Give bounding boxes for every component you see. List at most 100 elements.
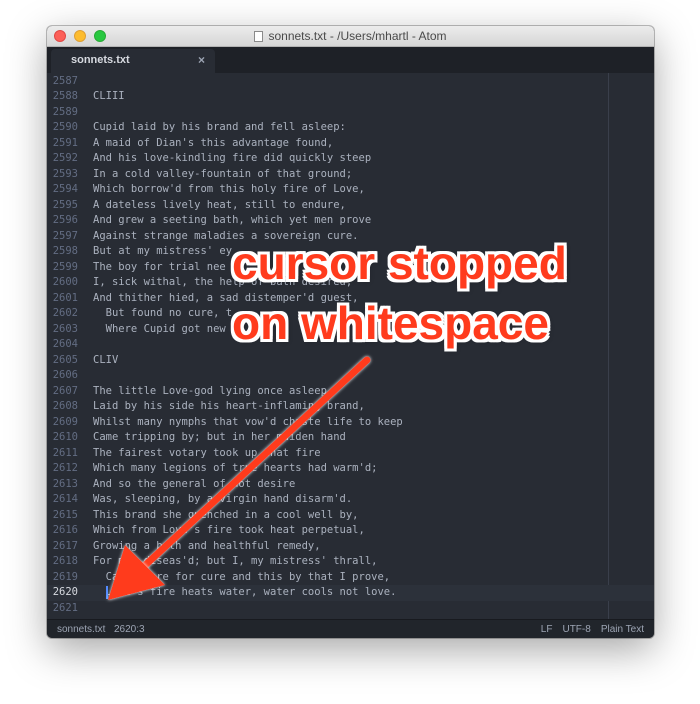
line-text: CLIV: [93, 353, 119, 366]
line-text: Which from Love's fire took heat perpetu…: [93, 524, 365, 536]
status-file-name[interactable]: sonnets.txt: [57, 624, 105, 635]
line-text: Whilst many nymphs that vow'd chaste lif…: [93, 415, 403, 428]
status-cursor-position[interactable]: 2620:3: [114, 624, 145, 635]
editor-line[interactable]: 2609 Whilst many nymphs that vow'd chaste…: [47, 415, 654, 431]
line-number: 2607: [52, 384, 78, 397]
line-text: Was, sleeping, by a virgin hand disarm'd…: [93, 493, 353, 505]
line-number: 2594: [52, 183, 78, 195]
line-number: 2590: [52, 121, 78, 133]
editor-line[interactable]: 2617 Growing a bath and healthful remedy,: [47, 539, 654, 555]
line-number: 2616: [52, 524, 78, 536]
status-right-group: LF UTF-8 Plain Text: [541, 624, 644, 635]
line-text: The fairest votary took up that fire: [93, 446, 321, 459]
editor-line[interactable]: 2593 In a cold valley-fountain of that gr…: [47, 167, 654, 183]
line-text: Where Cupid got new: [93, 322, 226, 335]
editor-line[interactable]: 2608 Laid by his side his heart-inflaming…: [47, 399, 654, 415]
line-text: A dateless lively heat, still to endure,: [93, 198, 346, 211]
editor-line[interactable]: 2606: [47, 368, 654, 384]
line-text: Came tripping by; but in her maiden hand: [93, 431, 346, 443]
editor-line[interactable]: 2594 Which borrow'd from this holy fire o…: [47, 182, 654, 198]
line-text: But at my mistress' ey: [93, 245, 233, 257]
line-number: 2597: [52, 229, 78, 242]
line-text: This brand she quenched in a cool well b…: [93, 508, 359, 521]
editor-line[interactable]: 2614 Was, sleeping, by a virgin hand disa…: [47, 492, 654, 508]
line-number: 2588: [52, 90, 78, 102]
window-title-area: sonnets.txt - /Users/mhartl - Atom: [47, 26, 654, 46]
line-number: 2587: [52, 74, 78, 87]
editor-line[interactable]: 2607 The little Love-god lying once aslee…: [47, 384, 654, 400]
editor-line[interactable]: 2612 Which many legions of true hearts ha…: [47, 461, 654, 477]
editor-line[interactable]: 2588 CLIII: [47, 89, 654, 105]
line-text: Which borrow'd from this holy fire of Lo…: [93, 183, 365, 195]
line-number: 2614: [52, 493, 78, 505]
line-text: For men diseas'd; but I, my mistress' th…: [93, 555, 378, 567]
title-bar[interactable]: sonnets.txt - /Users/mhartl - Atom: [47, 26, 654, 47]
line-text: The little Love-god lying once asleep,: [93, 384, 334, 397]
editor-line[interactable]: 2619 Came there for cure and this by tha…: [47, 570, 654, 586]
editor-line[interactable]: 2615 This brand she quenched in a cool we…: [47, 508, 654, 524]
line-number: 2615: [52, 508, 78, 521]
status-line-ending[interactable]: LF: [541, 624, 553, 635]
line-number: 2621: [52, 601, 78, 614]
line-text: In a cold valley-fountain of that ground…: [93, 167, 353, 180]
annotation-text-line1: cursor stopped: [232, 237, 567, 289]
tab-label: sonnets.txt: [71, 54, 130, 66]
editor-line[interactable]: 2587: [47, 74, 654, 90]
line-number: 2609: [52, 415, 78, 428]
tab-close-icon[interactable]: ×: [198, 53, 205, 67]
line-number: 2617: [52, 539, 78, 552]
editor-line[interactable]: 2590 Cupid laid by his brand and fell asl…: [47, 120, 654, 136]
editor-line[interactable]: 2592 And his love-kindling fire did quick…: [47, 151, 654, 167]
editor-line[interactable]: 2596 And grew a seeting bath, which yet m…: [47, 213, 654, 229]
line-text: And grew a seeting bath, which yet men p…: [93, 214, 372, 226]
line-text: Laid by his side his heart-inflaming bra…: [93, 400, 365, 412]
editor-line[interactable]: 2620 Love's fire heats water, water cool…: [47, 585, 654, 601]
line-number: 2593: [52, 167, 78, 180]
line-number: 2598: [52, 245, 78, 257]
editor-line[interactable]: 2618 For men diseas'd; but I, my mistress…: [47, 554, 654, 570]
editor-line[interactable]: 2616 Which from Love's fire took heat per…: [47, 523, 654, 539]
tab-sonnets[interactable]: sonnets.txt ×: [51, 49, 215, 73]
editor-line[interactable]: 2589: [47, 105, 654, 121]
line-number: 2589: [52, 105, 78, 118]
line-number: 2611: [52, 446, 78, 459]
line-number: 2600: [52, 276, 78, 288]
line-number: 2613: [52, 477, 78, 490]
document-icon: [254, 30, 264, 42]
editor-line[interactable]: 2595 A dateless lively heat, still to end…: [47, 198, 654, 214]
editor-line[interactable]: 2621: [47, 601, 654, 617]
line-text: And so the general of hot desire: [93, 477, 296, 490]
line-text: But found no cure, t: [93, 307, 233, 319]
editor-line[interactable]: 2611 The fairest votary took up that fire: [47, 446, 654, 462]
line-number: 2601: [52, 291, 78, 304]
line-number: 2595: [52, 198, 78, 211]
status-encoding[interactable]: UTF-8: [562, 624, 590, 635]
line-number: 2608: [52, 400, 78, 412]
line-number: 2592: [52, 152, 78, 164]
editor-line[interactable]: 2610 Came tripping by; but in her maiden …: [47, 430, 654, 446]
annotation-text-line2: on whitespace: [232, 297, 549, 349]
line-text: Cupid laid by his brand and fell asleep:: [93, 121, 346, 133]
editor-line[interactable]: 2605 CLIV: [47, 353, 654, 369]
editor-line[interactable]: 2591 A maid of Dian's this advantage foun…: [47, 136, 654, 152]
line-text: CLIII: [93, 90, 125, 102]
text-cursor: [106, 586, 108, 599]
status-grammar[interactable]: Plain Text: [601, 624, 644, 635]
line-number: 2605: [52, 353, 78, 366]
line-number: 2596: [52, 214, 78, 226]
line-text: The boy for trial nee: [93, 260, 226, 273]
line-number: 2603: [52, 322, 78, 335]
line-number: 2618: [52, 555, 78, 567]
line-number: 2606: [52, 369, 78, 381]
line-number: 2591: [52, 136, 78, 149]
line-number: 2620: [47, 585, 78, 601]
editor-line[interactable]: 2613 And so the general of hot desire: [47, 477, 654, 493]
window-title: sonnets.txt - /Users/mhartl - Atom: [268, 29, 447, 43]
line-number: 2599: [52, 260, 78, 273]
line-text: A maid of Dian's this advantage found,: [93, 136, 334, 149]
line-number: 2602: [52, 307, 78, 319]
status-bar: sonnets.txt 2620:3 LF UTF-8 Plain Text: [47, 619, 654, 638]
line-text: Came there for cure and this by that I p…: [93, 570, 391, 583]
tab-bar: sonnets.txt ×: [47, 47, 654, 73]
line-number: 2610: [52, 431, 78, 443]
